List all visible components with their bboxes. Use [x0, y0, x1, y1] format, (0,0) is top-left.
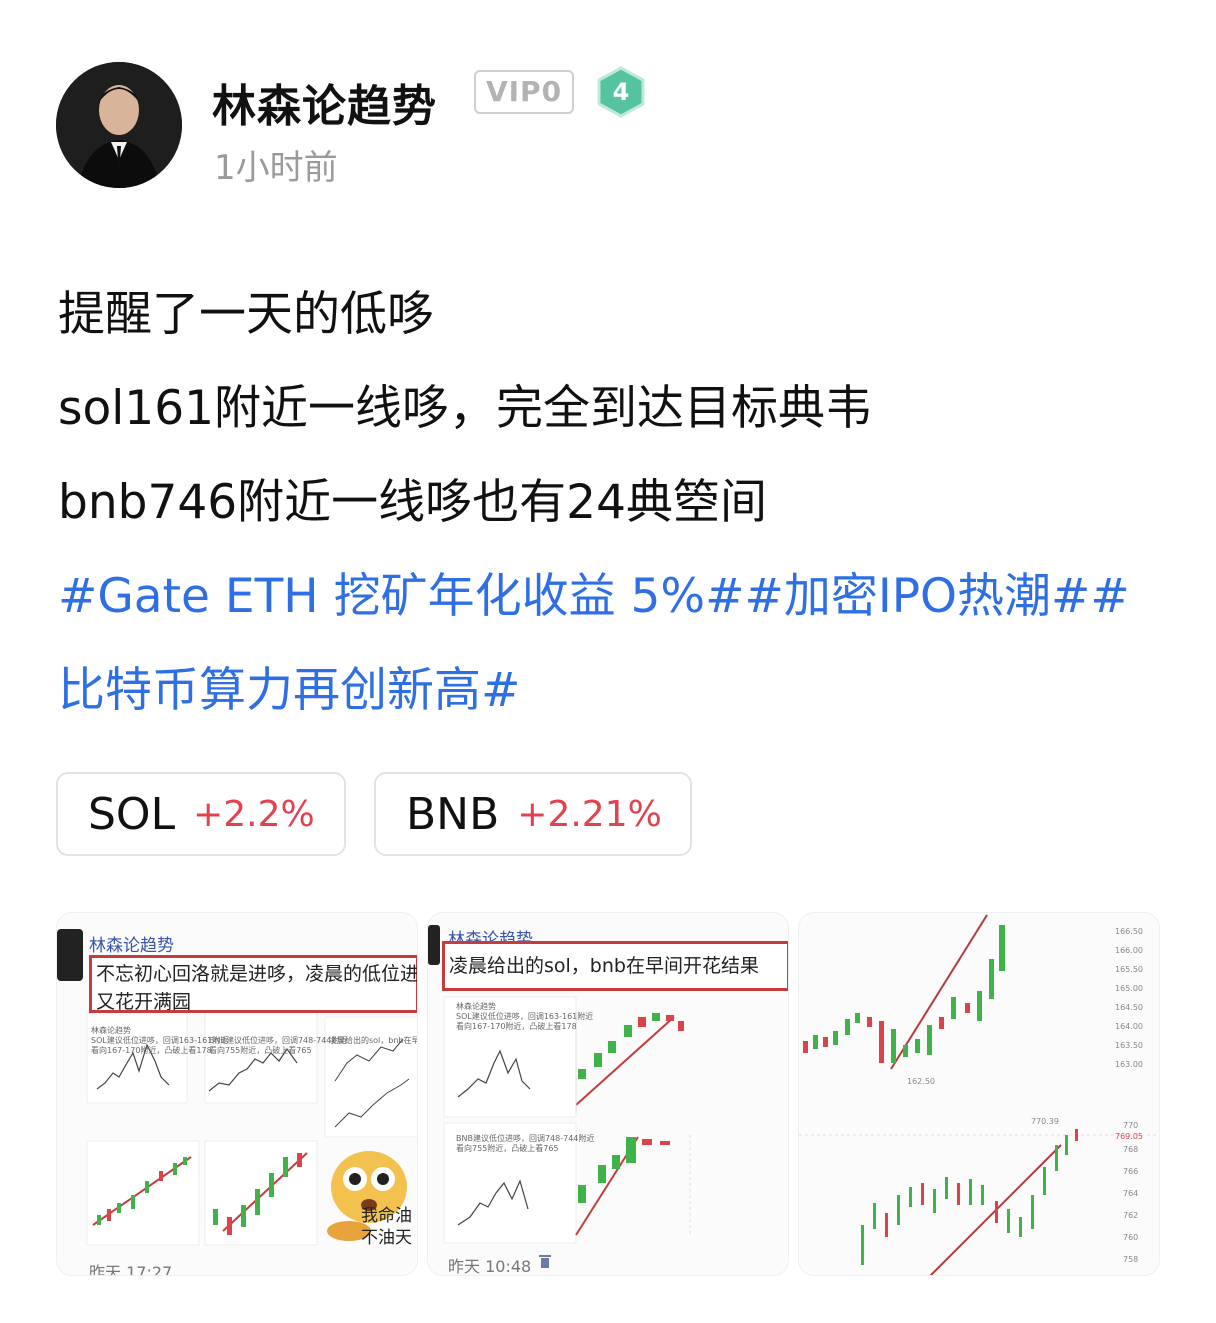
post-line: 提醒了一天的低哆: [58, 287, 434, 342]
current-price-tick: 769.05: [1115, 1132, 1143, 1141]
post-header: 林森论趋势 VIP0 4 1小时前: [56, 62, 1156, 192]
axis-tick: 758: [1123, 1255, 1139, 1264]
post-line: bnb746附近一线哆也有24典箜间: [58, 475, 767, 530]
image-2-timestamp: 昨天 10:48: [448, 1257, 532, 1276]
axis-tick: 762: [1123, 1211, 1139, 1220]
axis-tick: 768: [1123, 1145, 1139, 1154]
image-1-title: 林森论趋势: [89, 936, 174, 956]
post-body: 提醒了一天的低哆 sol161附近一线哆，完全到达目标典韦 bnb746附近一线…: [58, 268, 1158, 738]
avatar[interactable]: [56, 62, 182, 188]
level-badge: 4: [596, 66, 646, 118]
username[interactable]: 林森论趋势: [212, 70, 437, 134]
mini-text: 看向167-170附近，凸破上看178: [456, 1022, 577, 1031]
meme-caption: 我命油: [361, 1206, 412, 1226]
ticker-symbol: BNB: [406, 788, 500, 840]
axis-tick: 165.50: [1115, 965, 1143, 974]
avatar-image: [56, 62, 182, 188]
axis-tick: 766: [1123, 1167, 1139, 1176]
high-price-label: 770.39: [1031, 1117, 1059, 1126]
trash-icon[interactable]: [538, 1253, 552, 1269]
mini-text: 凌晨给出的sol，bnb在早间开花结果: [329, 1036, 417, 1045]
post-line: sol161附近一线哆，完全到达目标典韦: [58, 381, 873, 436]
level-number: 4: [612, 78, 630, 106]
trash-glyph: [539, 1255, 551, 1268]
image-1-caption-line: 不忘初心回洛就是进哆，凌晨的低位进: [96, 963, 418, 985]
mini-text: 看向755附近，凸破上看765: [209, 1046, 312, 1055]
image-1-timestamp: 昨天 17:27: [89, 1263, 173, 1276]
meme-caption: 不油天: [361, 1228, 412, 1248]
axis-tick: 770: [1123, 1121, 1139, 1130]
axis-tick: 164.50: [1115, 1003, 1143, 1012]
mini-text: 看向167-170附近，凸破上看178: [91, 1046, 212, 1055]
axis-tick: 163.50: [1115, 1041, 1143, 1050]
axis-tick: 166.00: [1115, 946, 1143, 955]
ticker-chip-sol[interactable]: SOL +2.2%: [56, 772, 346, 856]
axis-tick: 164.00: [1115, 1022, 1143, 1031]
image-1-caption-box: 不忘初心回洛就是进哆，凌晨的低位进 又花开满园: [89, 955, 418, 1013]
axis-tick: 165.00: [1115, 984, 1143, 993]
low-price-label: 162.50: [907, 1077, 935, 1086]
post-image-2[interactable]: 林森论趋势 凌晨给出的sol，bnb在早间开花结果 林森论趋势 SOL建议低位进…: [427, 912, 789, 1276]
axis-tick: 166.50: [1115, 927, 1143, 936]
image-3-charts: [799, 914, 1159, 1275]
ticker-change: +2.2%: [193, 793, 315, 835]
ticker-chip-bnb[interactable]: BNB +2.21%: [374, 772, 692, 856]
post-image-1[interactable]: 林森论趋势 不忘初心回洛就是进哆，凌晨的低位进 又花开满园 林森论趋势 SOL建…: [56, 912, 418, 1276]
ticker-symbol: SOL: [88, 788, 176, 840]
image-2-caption-box: 凌晨给出的sol，bnb在早间开花结果: [442, 941, 788, 991]
ticker-change: +2.21%: [517, 793, 662, 835]
vip-badge: VIP0: [474, 70, 574, 114]
axis-tick: 760: [1123, 1233, 1139, 1242]
post-image-3[interactable]: 166.50 166.00 165.50 165.00 164.50 164.0…: [798, 912, 1160, 1276]
mini-text: 看向755附近，凸破上看765: [456, 1144, 559, 1153]
post-time: 1小时前: [214, 148, 338, 188]
axis-tick: 764: [1123, 1189, 1139, 1198]
hashtags[interactable]: #Gate ETH 挖矿年化收益 5%##加密IPO热潮##比特币算力再创新高#: [58, 550, 1158, 738]
image-1-caption-line: 又花开满园: [96, 991, 192, 1013]
axis-tick: 163.00: [1115, 1060, 1143, 1069]
